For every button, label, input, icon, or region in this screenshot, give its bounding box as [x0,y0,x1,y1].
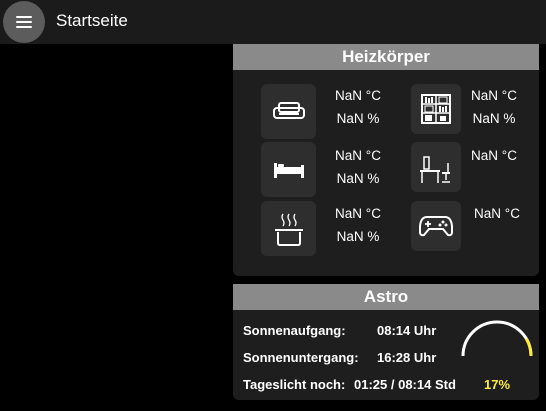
desk-chair-icon [420,156,450,183]
astro-card-title: Astro [233,284,539,310]
daylight-gauge [461,320,533,357]
room-temperature: NaN °C [474,206,520,221]
heizkoerper-card: Heizkörper NaN °C NaN % NaN °C NaN % NaN… [233,44,539,276]
bookshelf-icon [421,94,451,124]
cooking-pot-icon [274,213,303,246]
daylight-row: Tageslicht noch: 01:25 / 08:14 Std [243,377,456,392]
daylight-percent: 17% [484,377,511,392]
sunset-row: Sonnenuntergang: 16:28 Uhr [243,350,436,365]
room-tile-office[interactable] [411,142,461,192]
room-humidity: NaN % [336,171,380,186]
heizkoerper-card-title: Heizkörper [233,44,539,70]
sunrise-label: Sonnenaufgang: [243,323,346,338]
room-humidity: NaN % [336,111,380,126]
sunrise-value: 08:14 Uhr [377,323,437,338]
room-humidity: NaN % [472,111,516,126]
sunrise-row: Sonnenaufgang: 08:14 Uhr [243,323,436,338]
app-bar: Startseite [0,0,546,44]
room-humidity: NaN % [336,229,380,244]
room-temperature: NaN °C [471,148,517,163]
astro-card: Astro Sonnenaufgang: 08:14 Uhr Sonnenunte… [233,284,539,400]
daylight-label: Tageslicht noch: [243,377,346,392]
daylight-value: 01:25 / 08:14 Std [354,377,456,392]
sunset-label: Sonnenuntergang: [243,350,359,365]
sofa-icon [272,101,305,119]
gamepad-icon [419,216,453,237]
room-temperature: NaN °C [471,88,517,103]
room-temperature: NaN °C [335,88,381,103]
bed-icon [273,162,304,178]
room-temperature: NaN °C [335,148,381,163]
room-tile-kitchen[interactable] [261,201,316,256]
sunset-value: 16:28 Uhr [377,350,437,365]
room-tile-bed[interactable] [261,142,316,197]
room-tile-sofa[interactable] [261,84,316,139]
page-title: Startseite [56,11,128,30]
room-tile-gaming[interactable] [411,201,461,251]
hamburger-menu-icon [16,16,32,28]
room-tile-bookshelf[interactable] [411,84,461,134]
room-temperature: NaN °C [335,206,381,221]
menu-button[interactable] [3,1,45,43]
